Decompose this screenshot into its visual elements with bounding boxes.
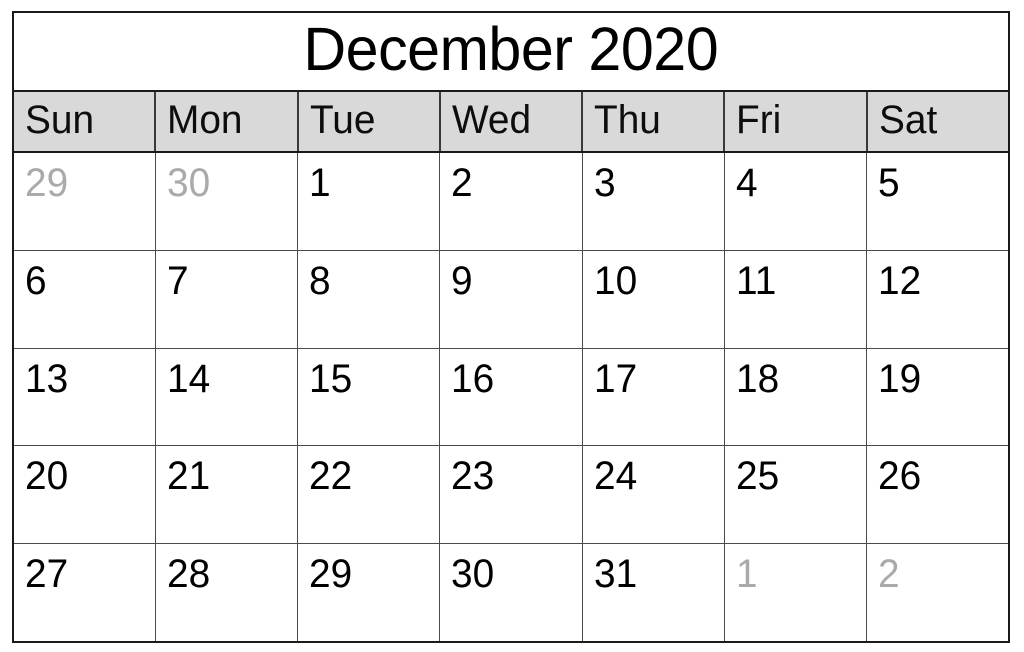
calendar-day-cell[interactable]: 11: [724, 250, 867, 348]
calendar-day-cell[interactable]: 14: [156, 348, 299, 446]
calendar-day-cell-adjacent-month[interactable]: 29: [14, 153, 157, 250]
calendar-day-cell[interactable]: 8: [298, 250, 441, 348]
day-number: 18: [735, 356, 779, 401]
calendar-day-cell[interactable]: 26: [866, 446, 1008, 544]
calendar-week-row: 6 7 8 9 10 11 12: [14, 250, 1008, 349]
calendar-table: December 2020 Sun Mon Tue Wed Thu Fri Sat 29 30…: [12, 11, 1010, 643]
day-number: 2: [877, 552, 900, 597]
day-number: 1: [735, 552, 758, 597]
calendar-weeks-body: 29 30 1 2 3 4 5 6 7 8 9 10 11 12 13 14 15 16 17 18 19 20 21 22 2…: [14, 153, 1008, 641]
calendar-day-cell[interactable]: 23: [440, 446, 583, 544]
day-number: 12: [877, 258, 922, 303]
day-number: 28: [167, 552, 211, 597]
calendar-day-cell[interactable]: 29: [298, 544, 441, 641]
calendar-day-cell[interactable]: 21: [156, 446, 299, 544]
weekday-label: Tue: [309, 98, 375, 142]
day-number: 14: [167, 356, 211, 401]
page-title: December 2020: [303, 15, 719, 83]
day-number: 30: [451, 552, 495, 597]
calendar-title-row: December 2020: [14, 13, 1008, 92]
calendar-week-row: 29 30 1 2 3 4 5: [14, 153, 1008, 251]
calendar-day-cell[interactable]: 3: [582, 153, 725, 250]
weekday-header-cell: Sun: [14, 92, 157, 151]
calendar-week-row: 13 14 15 16 17 18 19: [14, 348, 1008, 447]
calendar-day-cell[interactable]: 2: [440, 153, 583, 250]
weekday-label: Mon: [167, 98, 243, 142]
day-number: 17: [593, 356, 637, 401]
day-number: 9: [451, 258, 474, 303]
day-number: 21: [167, 454, 211, 499]
day-number: 10: [593, 258, 637, 303]
day-number: 3: [593, 161, 616, 205]
calendar-day-cell[interactable]: 9: [440, 250, 583, 348]
day-number: 6: [25, 258, 47, 303]
calendar-day-cell[interactable]: 25: [724, 446, 867, 544]
calendar-week-row: 27 28 29 30 31 1 2: [14, 544, 1008, 641]
day-number: 24: [593, 454, 637, 499]
weekday-header-cell: Tue: [298, 92, 441, 151]
calendar-day-cell[interactable]: 31: [582, 544, 725, 641]
calendar-day-cell-adjacent-month[interactable]: 30: [156, 153, 299, 250]
calendar-day-cell[interactable]: 22: [298, 446, 441, 544]
day-number: 5: [877, 161, 900, 205]
weekday-label: Sun: [25, 98, 95, 142]
calendar-day-cell[interactable]: 5: [866, 153, 1008, 250]
day-number: 30: [167, 161, 211, 205]
weekday-header-cell: Sat: [867, 92, 1008, 151]
day-number: 19: [877, 356, 922, 401]
weekday-label: Fri: [736, 98, 782, 142]
day-number: 29: [25, 161, 69, 205]
calendar-day-cell[interactable]: 20: [14, 446, 157, 544]
day-number: 4: [735, 161, 758, 205]
weekday-header-row: Sun Mon Tue Wed Thu Fri Sat: [14, 92, 1008, 153]
day-number: 13: [25, 356, 69, 401]
day-number: 1: [309, 161, 331, 205]
day-number: 29: [309, 552, 353, 597]
weekday-label: Wed: [451, 98, 531, 142]
calendar-week-row: 20 21 22 23 24 25 26: [14, 446, 1008, 545]
calendar-day-cell[interactable]: 19: [866, 348, 1008, 446]
calendar-day-cell[interactable]: 6: [14, 250, 157, 348]
weekday-header-cell: Fri: [725, 92, 868, 151]
day-number: 2: [451, 161, 474, 205]
weekday-header-cell: Wed: [440, 92, 584, 151]
day-number: 27: [25, 552, 69, 597]
day-number: 15: [309, 356, 353, 401]
calendar-day-cell[interactable]: 15: [298, 348, 441, 446]
weekday-label: Thu: [594, 98, 661, 142]
calendar-page: December 2020 Sun Mon Tue Wed Thu Fri Sat 29 30…: [0, 0, 1024, 652]
calendar-day-cell[interactable]: 27: [14, 544, 157, 641]
calendar-day-cell[interactable]: 7: [156, 250, 299, 348]
day-number: 20: [25, 454, 69, 499]
calendar-day-cell-adjacent-month[interactable]: 1: [724, 544, 867, 641]
day-number: 8: [309, 258, 331, 303]
calendar-day-cell[interactable]: 28: [156, 544, 299, 641]
day-number: 26: [877, 454, 922, 499]
calendar-day-cell[interactable]: 30: [440, 544, 583, 641]
calendar-day-cell[interactable]: 17: [582, 348, 725, 446]
calendar-day-cell-adjacent-month[interactable]: 2: [866, 544, 1008, 641]
calendar-day-cell[interactable]: 24: [582, 446, 725, 544]
day-number: 25: [735, 454, 779, 499]
day-number: 23: [451, 454, 495, 499]
weekday-header-cell: Thu: [583, 92, 726, 151]
calendar-day-cell[interactable]: 12: [866, 250, 1008, 348]
day-number: 11: [735, 258, 776, 303]
calendar-day-cell[interactable]: 10: [582, 250, 725, 348]
calendar-day-cell[interactable]: 16: [440, 348, 583, 446]
calendar-day-cell[interactable]: 4: [724, 153, 867, 250]
weekday-label: Sat: [878, 98, 937, 142]
calendar-day-cell[interactable]: 13: [14, 348, 157, 446]
day-number: 16: [451, 356, 495, 401]
day-number: 22: [309, 454, 353, 499]
day-number: 7: [167, 258, 189, 303]
calendar-day-cell[interactable]: 18: [724, 348, 867, 446]
weekday-header-cell: Mon: [156, 92, 299, 151]
calendar-day-cell[interactable]: 1: [298, 153, 441, 250]
day-number: 31: [593, 552, 637, 597]
